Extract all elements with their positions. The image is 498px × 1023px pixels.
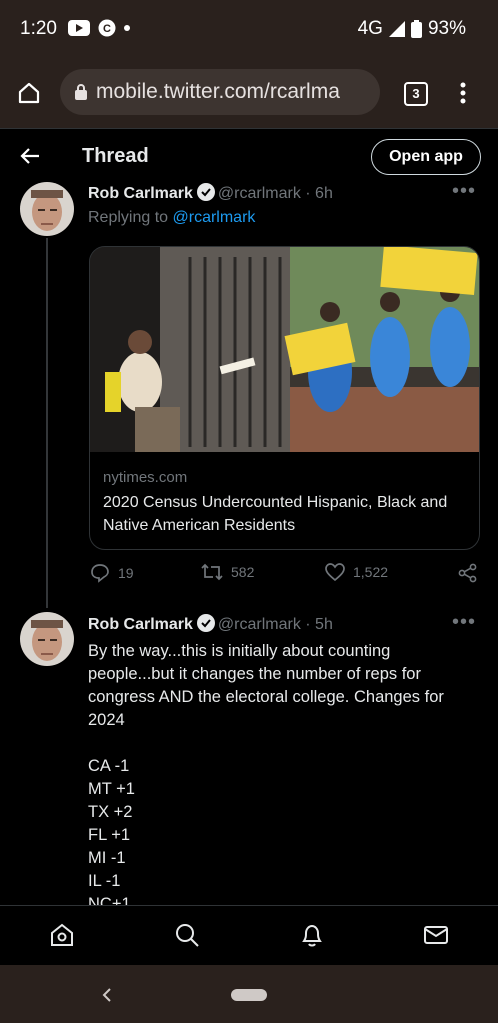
url-text: mobile.twitter.com/rcarlma <box>96 80 340 103</box>
reply-icon <box>91 564 109 583</box>
tweet-actions: 19 582 1,522 <box>88 563 480 587</box>
url-field[interactable]: mobile.twitter.com/rcarlma <box>60 69 380 115</box>
svg-text:C: C <box>103 23 111 35</box>
like-button[interactable]: 1,522 <box>325 563 388 581</box>
browser-toolbar: mobile.twitter.com/rcarlma 3 <box>0 58 498 128</box>
bell-icon[interactable] <box>299 922 325 948</box>
card-headline: 2020 Census Undercounted Hispanic, Black… <box>103 494 448 534</box>
avatar[interactable] <box>20 182 74 236</box>
app-notification-icon: C <box>98 19 116 37</box>
back-arrow-icon[interactable] <box>20 147 40 165</box>
more-options-icon[interactable]: ••• <box>452 180 476 203</box>
bottom-nav <box>0 905 498 966</box>
dot-icon <box>124 25 130 31</box>
back-chevron-icon[interactable] <box>102 987 112 1003</box>
menu-icon[interactable] <box>460 82 466 104</box>
page-title: Thread <box>82 145 149 167</box>
home-icon[interactable] <box>49 922 75 948</box>
tweet-time[interactable]: · 5h <box>305 616 333 633</box>
reply-count: 19 <box>118 565 134 581</box>
signal-icon <box>388 21 405 37</box>
system-navigation <box>0 965 498 1023</box>
verified-badge-icon <box>196 183 215 201</box>
mail-icon[interactable] <box>423 922 449 948</box>
heart-icon <box>325 563 345 581</box>
more-options-icon[interactable]: ••• <box>452 611 476 634</box>
tab-switcher-button[interactable]: 3 <box>404 82 428 106</box>
display-name[interactable]: Rob Carlmark <box>88 616 193 633</box>
youtube-icon <box>68 20 90 36</box>
like-count: 1,522 <box>353 564 389 580</box>
share-button[interactable] <box>458 563 478 583</box>
retweet-icon <box>201 563 223 581</box>
user-handle[interactable]: @rcarlmark <box>218 616 301 633</box>
avatar[interactable] <box>20 612 74 666</box>
link-card[interactable]: nytimes.com 2020 Census Undercounted His… <box>89 246 480 550</box>
thread-connector <box>46 238 48 608</box>
user-handle[interactable]: @rcarlmark <box>218 185 301 202</box>
network-label: 4G <box>357 18 383 39</box>
verified-badge-icon <box>196 614 215 632</box>
tweet-header: Rob Carlmark @rcarlmark · 6h <box>88 183 333 203</box>
battery-level: 93% <box>427 18 466 39</box>
status-time: 1:20 <box>20 18 57 39</box>
thread-header: Thread Open app <box>0 128 498 185</box>
home-gesture-pill[interactable] <box>231 989 267 1001</box>
article-image <box>90 247 479 452</box>
tweet-header: Rob Carlmark @rcarlmark · 5h <box>88 614 333 634</box>
tweet-time[interactable]: · 6h <box>305 185 333 202</box>
open-app-button[interactable]: Open app <box>371 139 481 175</box>
display-name[interactable]: Rob Carlmark <box>88 185 193 202</box>
mention-link[interactable]: @rcarlmark <box>173 209 256 226</box>
battery-icon <box>410 20 422 38</box>
replying-to: Replying to @rcarlmark <box>88 209 256 226</box>
home-icon[interactable] <box>17 81 41 105</box>
search-icon[interactable] <box>174 922 200 948</box>
card-domain: nytimes.com <box>103 469 188 486</box>
share-icon <box>458 563 477 583</box>
retweet-button[interactable]: 582 <box>201 563 254 581</box>
retweet-count: 582 <box>231 564 255 580</box>
tweet-text: By the way...this is initially about cou… <box>88 642 444 913</box>
reply-button[interactable]: 19 <box>90 563 134 583</box>
lock-icon <box>75 84 87 100</box>
status-bar: 1:20 C 4G 93% <box>0 0 498 58</box>
